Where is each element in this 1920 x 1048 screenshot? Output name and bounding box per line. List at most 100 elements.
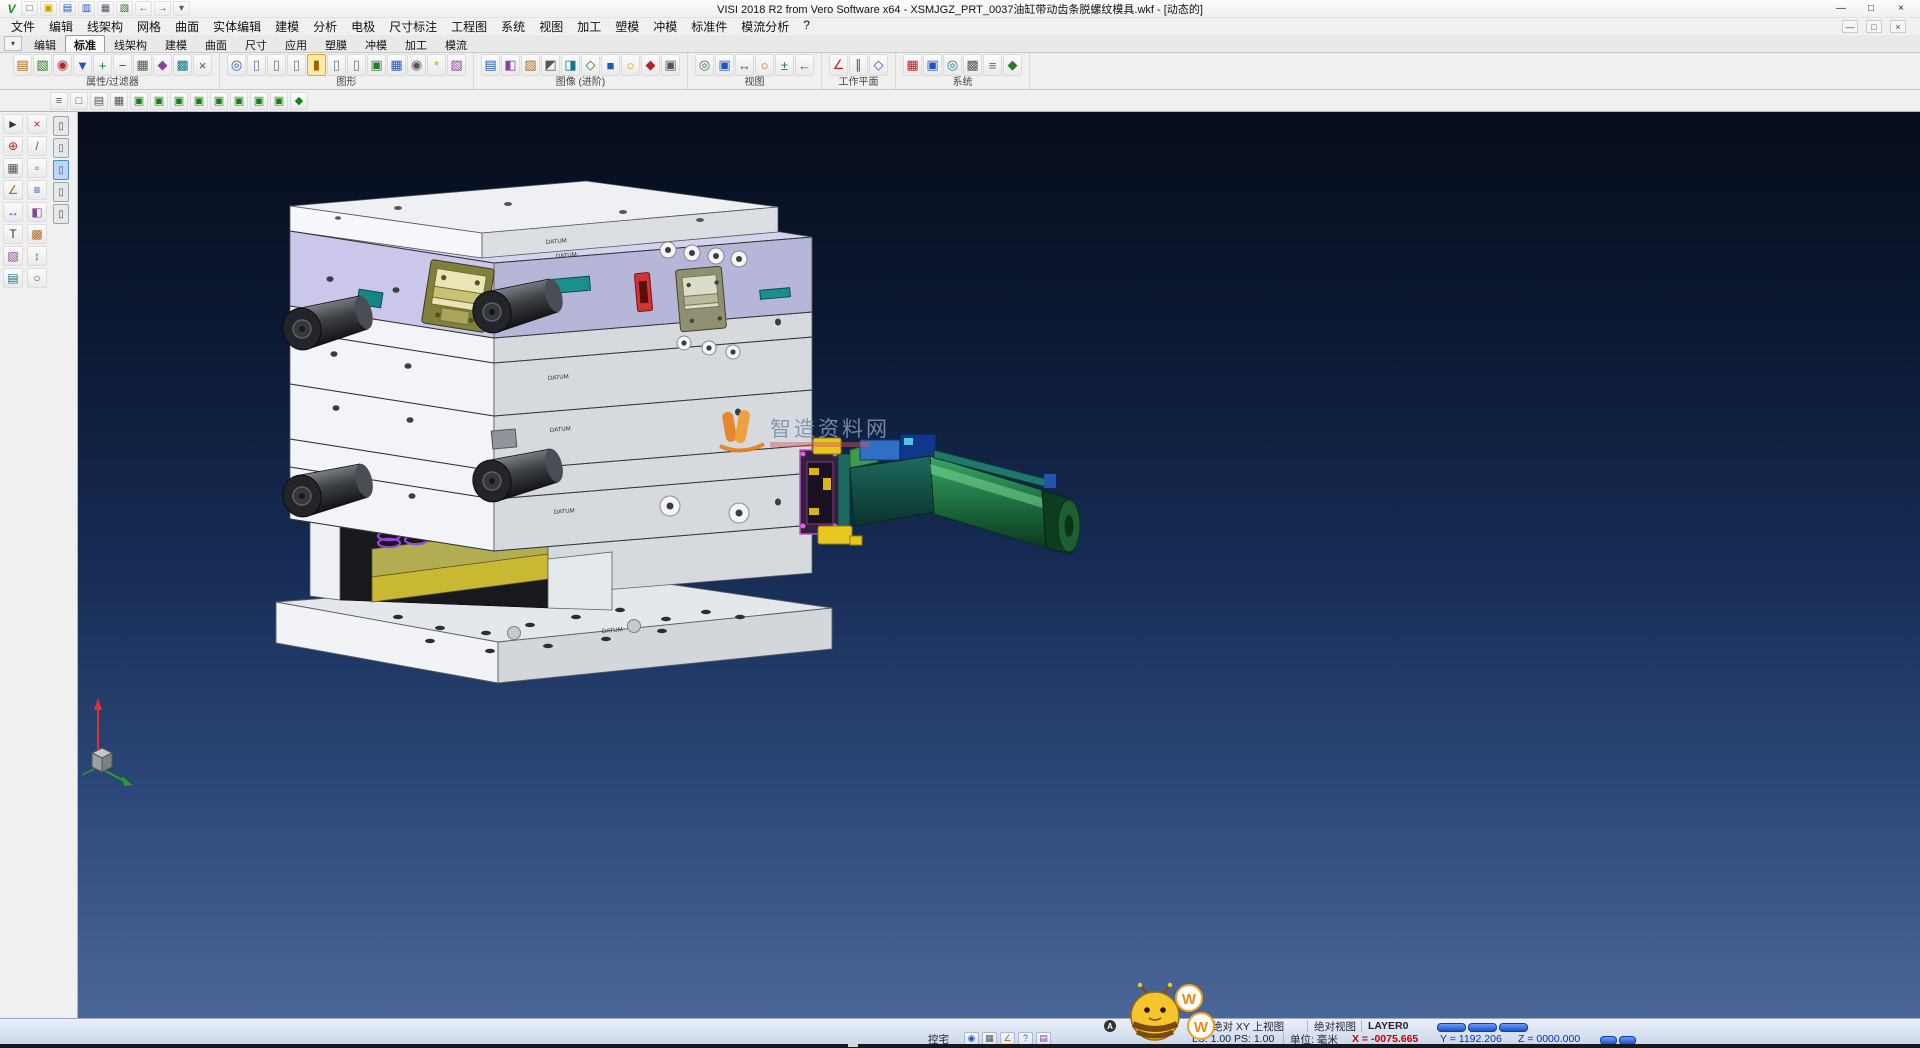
rotate-view-icon[interactable]: ○ xyxy=(755,54,774,76)
menu-item-?[interactable]: ? xyxy=(796,18,817,35)
sketch-icon[interactable]: / xyxy=(27,136,47,156)
tab-建模[interactable]: 建模 xyxy=(156,35,196,52)
tab-编辑[interactable]: 编辑 xyxy=(25,35,65,52)
plane-toggle-3-icon[interactable]: ▯ xyxy=(53,160,69,180)
workplane-on-entity-icon[interactable]: ∥ xyxy=(849,54,868,76)
grid-status-icon[interactable]: ▦ xyxy=(982,1032,997,1045)
display-style-1-icon[interactable]: ▯ xyxy=(247,54,266,76)
image-effects-icon[interactable]: ◆ xyxy=(641,54,660,76)
viewport-quad-icon[interactable]: ▦ xyxy=(110,92,128,110)
save-all-icon[interactable]: ▥ xyxy=(78,1,95,16)
view-top-icon[interactable]: ▣ xyxy=(150,92,168,110)
hydraulic-cylinder[interactable] xyxy=(850,434,1080,554)
move-transform-icon[interactable]: ↕ xyxy=(27,246,47,266)
tab-dropdown-icon[interactable]: ▾ xyxy=(4,36,22,51)
viewport-single-icon[interactable]: □ xyxy=(70,92,88,110)
menu-item-模流分析[interactable]: 模流分析 xyxy=(734,18,796,35)
cad-3d-model[interactable]: DATUM xyxy=(78,112,1920,1018)
transparency-icon[interactable]: ◇ xyxy=(581,54,600,76)
display-style-2-icon[interactable]: ▯ xyxy=(267,54,286,76)
snap-status-icon[interactable]: ◉ xyxy=(964,1032,979,1045)
grid-toggle-icon[interactable]: ▦ xyxy=(3,158,23,178)
layer-manager-icon[interactable]: ▤ xyxy=(3,268,23,288)
menu-item-分析[interactable]: 分析 xyxy=(306,18,344,35)
status-abs-view[interactable]: 绝对视图 xyxy=(1307,1020,1361,1032)
zoom-in-out-icon[interactable]: ± xyxy=(775,54,794,76)
view-bottom-icon[interactable]: ▣ xyxy=(250,92,268,110)
select-tool-icon[interactable]: ► xyxy=(3,114,23,134)
history-icon[interactable]: ○ xyxy=(27,268,47,288)
camera-icon[interactable]: ◉ xyxy=(407,54,426,76)
filter-add-icon[interactable]: + xyxy=(93,54,112,76)
view-left-icon[interactable]: ▣ xyxy=(210,92,228,110)
ortho-status-icon[interactable]: ∠ xyxy=(1000,1032,1015,1045)
render-settings-icon[interactable]: ▦ xyxy=(387,54,406,76)
viewport-split-icon[interactable]: ▤ xyxy=(90,92,108,110)
snapshot-icon[interactable]: ▣ xyxy=(661,54,680,76)
menu-item-实体编辑[interactable]: 实体编辑 xyxy=(206,18,268,35)
box-display-icon[interactable]: ▣ xyxy=(367,54,386,76)
plane-toggle-5-icon[interactable]: ▯ xyxy=(53,204,69,224)
tab-应用[interactable]: 应用 xyxy=(276,35,316,52)
status-view-mode[interactable]: 绝对 XY 上视图 xyxy=(1205,1020,1307,1032)
view-right-icon[interactable]: ▣ xyxy=(230,92,248,110)
system-info-icon[interactable]: ◎ xyxy=(943,54,962,76)
filter-reset-icon[interactable]: × xyxy=(193,54,212,76)
measure-icon[interactable]: ∠ xyxy=(3,180,23,200)
tab-加工[interactable]: 加工 xyxy=(396,35,436,52)
shadows-icon[interactable]: ◩ xyxy=(541,54,560,76)
view-rotate-3d-icon[interactable]: ◆ xyxy=(290,92,308,110)
menu-item-线架构[interactable]: 线架构 xyxy=(80,18,130,35)
attribute-brush-icon[interactable]: ▧ xyxy=(33,54,52,76)
color-table-icon[interactable]: ▦ xyxy=(903,54,922,76)
screen-capture-icon[interactable]: ▧ xyxy=(447,54,466,76)
menu-item-标准件[interactable]: 标准件 xyxy=(684,18,734,35)
plane-toggle-4-icon[interactable]: ▯ xyxy=(53,182,69,202)
plane-toggle-1-icon[interactable]: ▯ xyxy=(53,116,69,136)
mdi-btn-□[interactable]: □ xyxy=(1866,20,1882,33)
status-layer[interactable]: LAYER0 xyxy=(1361,1020,1417,1032)
spacer-rail-right[interactable] xyxy=(548,552,612,610)
quick-menu-icon[interactable]: ▾ xyxy=(173,1,190,16)
magnet-snap-icon[interactable]: ◉ xyxy=(53,54,72,76)
color-picker-icon[interactable]: ▧ xyxy=(3,246,23,266)
tab-尺寸[interactable]: 尺寸 xyxy=(236,35,276,52)
ambient-light-icon[interactable]: ○ xyxy=(621,54,640,76)
hidden-line-display-icon[interactable]: ▯ xyxy=(347,54,366,76)
previous-view-icon[interactable]: ← xyxy=(795,54,814,76)
tab-线架构[interactable]: 线架构 xyxy=(105,35,156,52)
textures-icon[interactable]: ▨ xyxy=(521,54,540,76)
menu-item-视图[interactable]: 视图 xyxy=(532,18,570,35)
mdi-btn-—[interactable]: — xyxy=(1842,20,1858,33)
tab-曲面[interactable]: 曲面 xyxy=(196,35,236,52)
pattern-icon[interactable]: ▩ xyxy=(27,224,47,244)
view-menu-icon[interactable]: ≡ xyxy=(50,92,68,110)
menu-item-电极[interactable]: 电极 xyxy=(344,18,382,35)
tab-标准[interactable]: 标准 xyxy=(65,35,105,52)
grid-settings-icon[interactable]: ▩ xyxy=(963,54,982,76)
shaded-display-icon[interactable]: ▮ xyxy=(307,54,326,76)
close-button[interactable]: × xyxy=(1886,1,1916,17)
new-file-icon[interactable]: □ xyxy=(21,1,38,16)
light-source-icon[interactable]: * xyxy=(427,54,446,76)
tab-模流[interactable]: 模流 xyxy=(436,35,476,52)
minimize-button[interactable]: — xyxy=(1826,1,1856,17)
viewport-3d[interactable]: DATUM xyxy=(78,112,1920,1018)
latch-lock-right[interactable] xyxy=(675,266,726,332)
menu-item-尺寸标注[interactable]: 尺寸标注 xyxy=(382,18,444,35)
offset-icon[interactable]: ≡ xyxy=(27,180,47,200)
text-annotation-icon[interactable]: T xyxy=(3,224,23,244)
save-file-icon[interactable]: ▤ xyxy=(59,1,76,16)
workspace-3d-icon[interactable]: ◆ xyxy=(1003,54,1022,76)
advanced-shading-icon[interactable]: ▤ xyxy=(481,54,500,76)
undo-icon[interactable]: ← xyxy=(135,1,152,16)
redo-icon[interactable]: → xyxy=(154,1,171,16)
background-icon[interactable]: ■ xyxy=(601,54,620,76)
menu-item-塑模[interactable]: 塑模 xyxy=(608,18,646,35)
filter-layer-icon[interactable]: ▦ xyxy=(133,54,152,76)
trim-icon[interactable]: × xyxy=(27,114,47,134)
redraw-icon[interactable]: ◎ xyxy=(227,54,246,76)
dimension-icon[interactable]: ↔ xyxy=(3,202,23,222)
snap-settings-icon[interactable]: ⊕ xyxy=(3,136,23,156)
preview-icon[interactable]: ▧ xyxy=(116,1,133,16)
